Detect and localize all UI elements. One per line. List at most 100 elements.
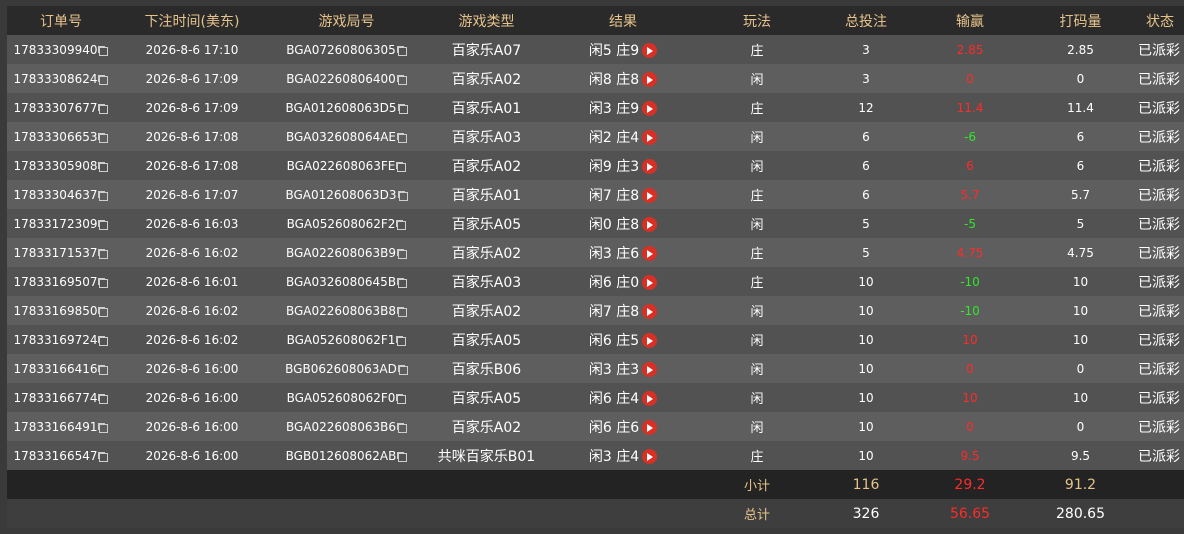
copy-icon[interactable]	[99, 423, 109, 433]
order-number: 17833306653	[13, 129, 98, 144]
copy-icon[interactable]	[99, 394, 109, 404]
order-number: 17833169850	[13, 303, 98, 318]
game-type: 百家乐A05	[451, 390, 522, 407]
subtotal-winloss: 29.2	[954, 476, 986, 493]
copy-icon[interactable]	[398, 365, 408, 375]
copy-icon[interactable]	[99, 75, 109, 85]
copy-icon[interactable]	[398, 423, 408, 433]
play-icon[interactable]	[642, 100, 658, 116]
copy-icon[interactable]	[397, 162, 407, 172]
round-cell: BGA0326080645B	[269, 275, 424, 289]
game-type: 百家乐A05	[451, 216, 522, 233]
copy-icon[interactable]	[99, 133, 109, 143]
order-number: 17833166547	[13, 448, 98, 463]
order-number: 17833166491	[13, 419, 98, 434]
play-icon[interactable]	[642, 42, 658, 58]
status-badge: 已派彩	[1138, 129, 1180, 146]
play-icon[interactable]	[642, 361, 658, 377]
status-badge: 已派彩	[1138, 216, 1180, 233]
copy-icon[interactable]	[397, 336, 407, 346]
play-icon[interactable]	[642, 332, 658, 348]
order-cell: 17833166547	[7, 449, 115, 463]
copy-icon[interactable]	[99, 336, 109, 346]
copy-icon[interactable]	[397, 394, 407, 404]
copy-icon[interactable]	[99, 104, 109, 114]
game-type: 百家乐A02	[451, 303, 522, 320]
play-type: 庄	[750, 247, 764, 262]
play-icon[interactable]	[642, 129, 658, 145]
win-loss: 11.4	[956, 100, 984, 115]
win-loss: 6	[966, 158, 974, 173]
status-badge: 已派彩	[1138, 100, 1180, 117]
order-cell: 17833166416	[7, 362, 115, 376]
copy-icon[interactable]	[99, 365, 109, 375]
play-icon[interactable]	[642, 274, 658, 290]
game-type: 百家乐A03	[451, 129, 522, 146]
play-icon[interactable]	[642, 187, 658, 203]
copy-icon[interactable]	[398, 452, 408, 462]
copy-icon[interactable]	[99, 452, 109, 462]
win-loss: 0	[966, 361, 974, 376]
copy-icon[interactable]	[398, 104, 408, 114]
order-cell: 17833304637	[7, 188, 115, 202]
header-status: 状态	[1146, 13, 1174, 30]
valid-bet: 5.7	[1070, 187, 1091, 202]
valid-bet: 6	[1076, 129, 1085, 144]
copy-icon[interactable]	[99, 278, 109, 288]
valid-bet: 10	[1072, 390, 1089, 405]
play-icon[interactable]	[642, 448, 658, 464]
win-loss: -10	[960, 274, 980, 289]
status-badge: 已派彩	[1138, 303, 1180, 320]
copy-icon[interactable]	[397, 46, 407, 56]
valid-bet: 11.4	[1067, 100, 1094, 115]
valid-bet: 2.85	[1067, 42, 1094, 57]
total-bet: 3	[862, 71, 870, 86]
subtotal-valid: 91.2	[1064, 476, 1097, 493]
copy-icon[interactable]	[99, 220, 109, 230]
table-row: 17833309940 2026-8-6 17:10 BGA07260806305 百…	[7, 35, 1184, 64]
play-icon[interactable]	[642, 158, 658, 174]
play-icon[interactable]	[642, 216, 658, 232]
play-icon[interactable]	[642, 390, 658, 406]
bet-time: 2026-8-6 16:00	[145, 448, 239, 463]
round-cell: BGA022608063B8	[269, 304, 424, 318]
copy-icon[interactable]	[398, 307, 408, 317]
copy-icon[interactable]	[397, 75, 407, 85]
bet-time: 2026-8-6 16:02	[145, 332, 239, 347]
game-type: 百家乐A01	[451, 100, 522, 117]
copy-icon[interactable]	[99, 46, 109, 56]
table-row: 17833166416 2026-8-6 16:00 BGB062608063AD 百…	[7, 354, 1184, 383]
status-badge: 已派彩	[1138, 332, 1180, 349]
order-cell: 17833306653	[7, 130, 115, 144]
play-icon[interactable]	[642, 419, 658, 435]
game-type: 百家乐B06	[451, 361, 522, 378]
play-type: 闲	[750, 218, 764, 233]
copy-icon[interactable]	[397, 220, 407, 230]
result-cell: 闲2 庄4	[549, 127, 697, 147]
copy-icon[interactable]	[398, 191, 408, 201]
copy-icon[interactable]	[398, 278, 408, 288]
copy-icon[interactable]	[99, 307, 109, 317]
bet-time: 2026-8-6 17:10	[145, 42, 239, 57]
round-cell: BGA022608063B9	[269, 246, 424, 260]
copy-icon[interactable]	[398, 249, 408, 259]
total-bet: 3	[862, 42, 870, 57]
round-cell: BGA02260806400	[269, 72, 424, 86]
copy-icon[interactable]	[398, 133, 408, 143]
play-icon[interactable]	[642, 71, 658, 87]
result-text: 闲3 庄3	[588, 361, 640, 378]
status-badge: 已派彩	[1138, 419, 1180, 436]
play-icon[interactable]	[642, 245, 658, 261]
copy-icon[interactable]	[99, 191, 109, 201]
order-number: 17833166416	[13, 361, 98, 376]
table-row: 17833169724 2026-8-6 16:02 BGA052608062F1 百…	[7, 325, 1184, 354]
copy-icon[interactable]	[99, 162, 109, 172]
result-text: 闲7 庄8	[588, 303, 640, 320]
result-cell: 闲3 庄3	[549, 359, 697, 379]
play-icon[interactable]	[642, 303, 658, 319]
round-cell: BGB062608063AD	[269, 362, 424, 376]
round-number: BGB012608062AB	[285, 448, 397, 463]
valid-bet: 0	[1076, 71, 1085, 86]
round-number: BGA032608064AE	[285, 129, 397, 144]
copy-icon[interactable]	[99, 249, 109, 259]
